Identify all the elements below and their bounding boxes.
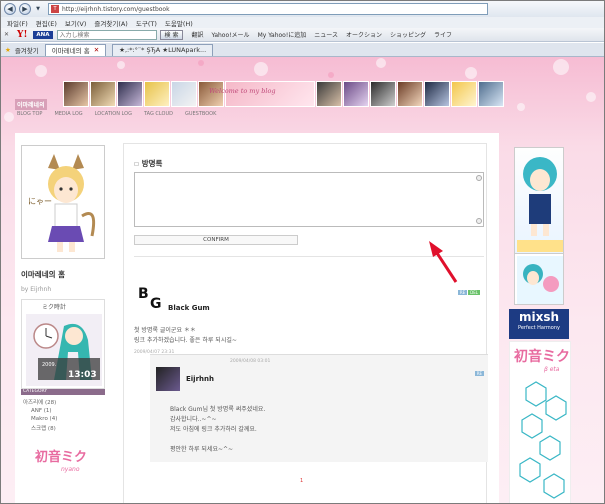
menu-view[interactable]: 보기(V) bbox=[65, 18, 86, 28]
tab-bar: ★ 즐겨찾기 이마레네의 홈 ✕ ★,:*:°¨* ŞЂA ★LUNApark.… bbox=[1, 43, 604, 57]
toolbar-auction[interactable]: オークション bbox=[346, 30, 382, 39]
nav-dropdown-icon[interactable]: ▼ bbox=[34, 5, 42, 13]
toolbar-mail[interactable]: Yahoo!メール bbox=[211, 30, 249, 39]
toolbar-translate[interactable]: 翻訳 bbox=[191, 30, 203, 39]
ana-logo[interactable]: ANA bbox=[33, 30, 53, 39]
tab-label: 이마레네의 홈 bbox=[51, 47, 90, 55]
toolbar-life[interactable]: ライフ bbox=[434, 30, 452, 39]
url-text: http://eijrhnh.tistory.com/guestbook bbox=[62, 5, 170, 13]
yahoo-logo[interactable]: Y! bbox=[17, 30, 27, 40]
site-favicon-icon: T bbox=[51, 5, 59, 13]
toolbar-search-input[interactable]: 入力し検索 bbox=[56, 29, 157, 40]
menu-file[interactable]: 파일(F) bbox=[7, 18, 28, 28]
address-bar: ◀ ▶ ▼ T http://eijrhnh.tistory.com/guest… bbox=[1, 1, 604, 17]
back-icon[interactable]: ◀ bbox=[4, 3, 16, 15]
menu-favorites[interactable]: 즐겨찾기(A) bbox=[94, 18, 127, 28]
toolbar-search-button[interactable]: 検 索 bbox=[159, 29, 184, 40]
browser-window: ◀ ▶ ▼ T http://eijrhnh.tistory.com/guest… bbox=[0, 0, 605, 504]
web-page: 이마레네의 Welcome to my blog BLOG TOP MEDIA … bbox=[1, 57, 604, 503]
tab-imarene-home[interactable]: 이마레네의 홈 ✕ bbox=[44, 43, 107, 56]
url-field[interactable]: T http://eijrhnh.tistory.com/guestbook bbox=[48, 3, 488, 15]
forward-icon[interactable]: ▶ bbox=[19, 3, 31, 15]
yahoo-toolbar: ✕ Y! ANA 入力し検索 検 索 翻訳 Yahoo!メール My Yahoo… bbox=[1, 28, 604, 42]
favorites-star-icon[interactable]: ★ bbox=[5, 46, 11, 54]
toolbar-my-yahoo[interactable]: My Yahoo!に追加 bbox=[258, 30, 307, 39]
menu-edit[interactable]: 편집(E) bbox=[36, 18, 57, 28]
tab-label: ★,:*:°¨* ŞЂA ★LUNApark... bbox=[119, 46, 207, 54]
menu-bar: 파일(F) 편집(E) 보기(V) 즐겨찾기(A) 도구(T) 도움말(H) bbox=[1, 17, 604, 28]
tab-lunapark[interactable]: ★,:*:°¨* ŞЂA ★LUNApark... bbox=[112, 43, 214, 56]
favorites-button[interactable]: 즐겨찾기 bbox=[15, 45, 39, 55]
red-arrow-annotation bbox=[429, 241, 458, 283]
toolbar-shopping[interactable]: ショッピング bbox=[390, 30, 426, 39]
close-tab-icon[interactable]: ✕ bbox=[94, 46, 99, 54]
toolbar-news[interactable]: ニュース bbox=[314, 30, 338, 39]
menu-tools[interactable]: 도구(T) bbox=[136, 18, 157, 28]
menu-help[interactable]: 도움말(H) bbox=[165, 18, 193, 28]
close-toolbar-icon[interactable]: ✕ bbox=[4, 31, 9, 38]
